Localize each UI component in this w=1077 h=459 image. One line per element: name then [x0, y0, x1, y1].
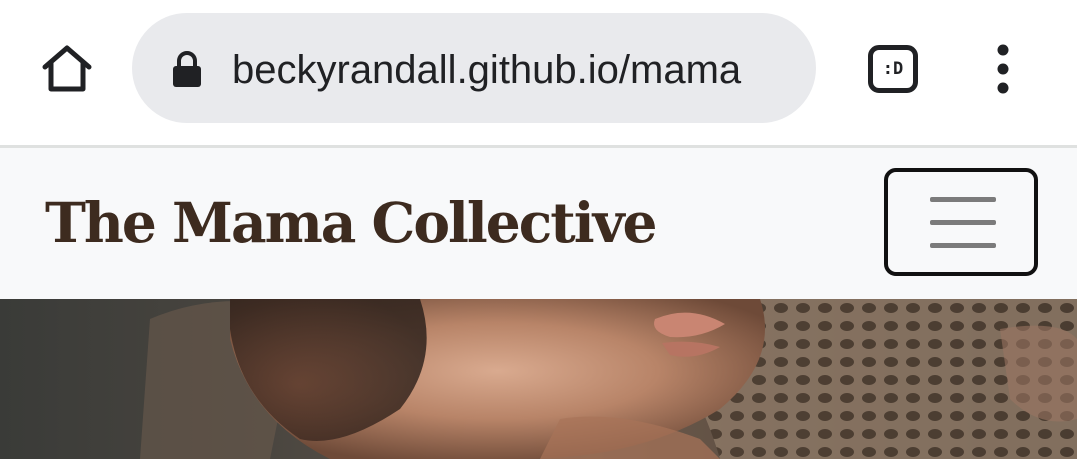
home-button[interactable]	[36, 40, 98, 98]
site-brand[interactable]: The Mama Collective	[45, 178, 658, 268]
tab-switcher-button[interactable]: :D	[868, 45, 918, 93]
nav-toggle-button[interactable]	[884, 168, 1038, 276]
more-vert-icon[interactable]	[990, 44, 1016, 94]
baby-photo	[0, 299, 1077, 459]
lock-icon	[173, 51, 201, 87]
hero-image	[0, 299, 1077, 459]
hamburger-bar	[930, 243, 996, 248]
url-text[interactable]: beckyrandall.github.io/mama	[232, 40, 794, 100]
hamburger-bar	[930, 220, 996, 225]
tab-switcher-icon: :D	[882, 59, 904, 79]
hamburger-bar	[930, 197, 996, 202]
home-icon	[42, 45, 92, 92]
